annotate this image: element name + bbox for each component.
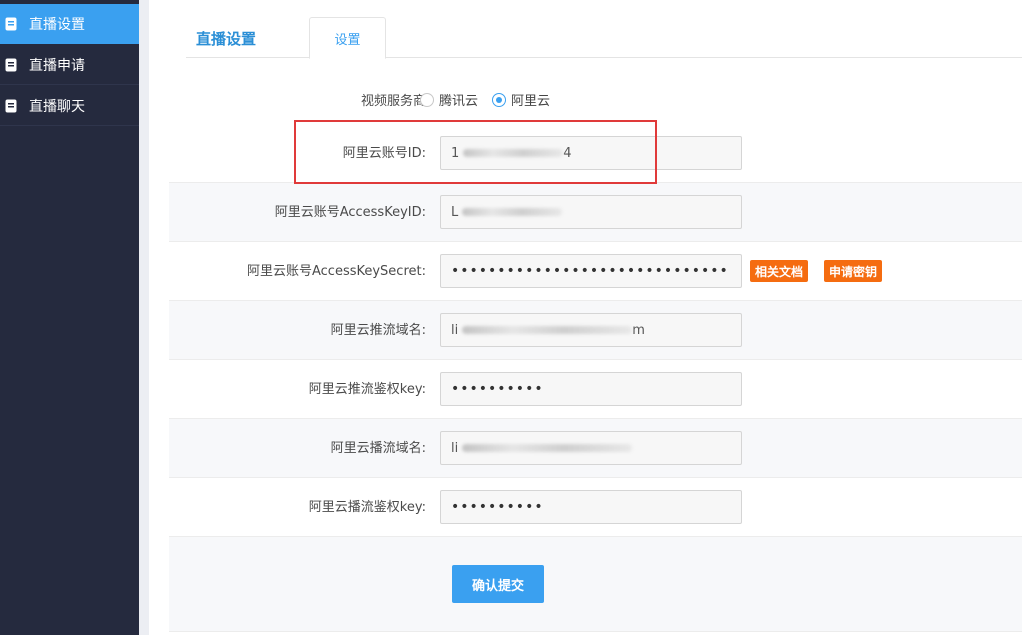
radio-label: 阿里云 bbox=[511, 94, 551, 109]
row-push-domain: 阿里云推流域名: li m bbox=[169, 301, 1022, 360]
push-domain-label: 阿里云推流域名: bbox=[330, 323, 426, 338]
redacted-mask bbox=[463, 149, 564, 157]
redacted-mask bbox=[462, 208, 563, 216]
redacted-mask bbox=[462, 326, 633, 334]
document-icon bbox=[5, 17, 17, 31]
tab-bar: 直播设置 设置 bbox=[186, 0, 1022, 59]
account-id-label: 阿里云账号ID: bbox=[342, 146, 426, 161]
account-id-input[interactable]: 1 4 bbox=[440, 136, 742, 170]
account-id-value: 1 bbox=[451, 145, 460, 161]
push-auth-key-input[interactable]: •••••••••• bbox=[440, 372, 742, 406]
access-key-secret-input[interactable]: •••••••••••••••••••••••••••••• bbox=[440, 254, 742, 288]
row-play-auth-key: 阿里云播流鉴权key: •••••••••• bbox=[169, 478, 1022, 537]
document-icon bbox=[5, 58, 17, 72]
provider-label: 视频服务商 bbox=[360, 94, 426, 109]
sidebar-item-label: 直播设置 bbox=[29, 16, 85, 33]
sidebar-item-label: 直播聊天 bbox=[29, 98, 85, 115]
radio-circle[interactable] bbox=[420, 92, 434, 107]
radio-tencent[interactable]: 腾讯云 bbox=[420, 90, 478, 109]
push-auth-key-label: 阿里云推流鉴权key: bbox=[308, 382, 426, 397]
account-id-value-tail: 4 bbox=[563, 145, 572, 161]
main-panel: 直播设置 设置 视频服务商 腾讯云 阿里云 阿里云账号ID: 1 4 阿里云账号… bbox=[149, 0, 1022, 635]
play-auth-key-label: 阿里云播流鉴权key: bbox=[308, 500, 426, 515]
play-domain-label: 阿里云播流域名: bbox=[330, 441, 426, 456]
play-domain-value: li bbox=[451, 440, 459, 456]
sidebar-item-live-apply[interactable]: 直播申请 bbox=[0, 45, 139, 85]
docs-button[interactable]: 相关文档 bbox=[750, 260, 809, 282]
submit-button[interactable]: 确认提交 bbox=[452, 565, 544, 603]
redacted-mask bbox=[462, 444, 633, 452]
sidebar-item-live-chat[interactable]: 直播聊天 bbox=[0, 86, 139, 126]
radio-aliyun[interactable]: 阿里云 bbox=[492, 90, 550, 109]
play-auth-key-value: •••••••••• bbox=[451, 499, 544, 515]
page-title[interactable]: 直播设置 bbox=[196, 28, 256, 49]
push-auth-key-value: •••••••••• bbox=[451, 381, 544, 397]
push-domain-value-tail: m bbox=[632, 322, 645, 338]
row-access-key-secret: 阿里云账号AccessKeySecret: ••••••••••••••••••… bbox=[169, 242, 1022, 301]
sidebar-item-live-settings[interactable]: 直播设置 bbox=[0, 4, 139, 44]
tab-settings[interactable]: 设置 bbox=[309, 17, 386, 59]
push-domain-value: li bbox=[451, 322, 459, 338]
access-key-id-label: 阿里云账号AccessKeyID: bbox=[274, 205, 426, 220]
access-key-id-input[interactable]: L bbox=[440, 195, 742, 229]
apply-key-button[interactable]: 申请密钥 bbox=[824, 260, 883, 282]
row-account-id: 阿里云账号ID: 1 4 bbox=[169, 124, 1022, 183]
sidebar-item-label: 直播申请 bbox=[29, 57, 85, 74]
access-key-secret-label: 阿里云账号AccessKeySecret: bbox=[246, 264, 426, 279]
play-domain-input[interactable]: li bbox=[440, 431, 742, 465]
sidebar: 直播设置 直播申请 直播聊天 bbox=[0, 0, 139, 635]
radio-label: 腾讯云 bbox=[439, 94, 479, 109]
push-domain-input[interactable]: li m bbox=[440, 313, 742, 347]
access-key-id-value: L bbox=[451, 204, 459, 220]
document-icon bbox=[5, 99, 17, 113]
row-play-domain: 阿里云播流域名: li bbox=[169, 419, 1022, 478]
provider-radio-group: 腾讯云 阿里云 bbox=[420, 90, 564, 109]
submit-area: 确认提交 bbox=[169, 537, 1022, 632]
row-push-auth-key: 阿里云推流鉴权key: •••••••••• bbox=[169, 360, 1022, 419]
radio-circle-checked[interactable] bbox=[492, 92, 507, 107]
gutter bbox=[139, 0, 149, 635]
row-access-key-id: 阿里云账号AccessKeyID: L bbox=[169, 183, 1022, 242]
access-key-secret-value: •••••••••••••••••••••••••••••• bbox=[451, 263, 729, 279]
play-auth-key-input[interactable]: •••••••••• bbox=[440, 490, 742, 524]
